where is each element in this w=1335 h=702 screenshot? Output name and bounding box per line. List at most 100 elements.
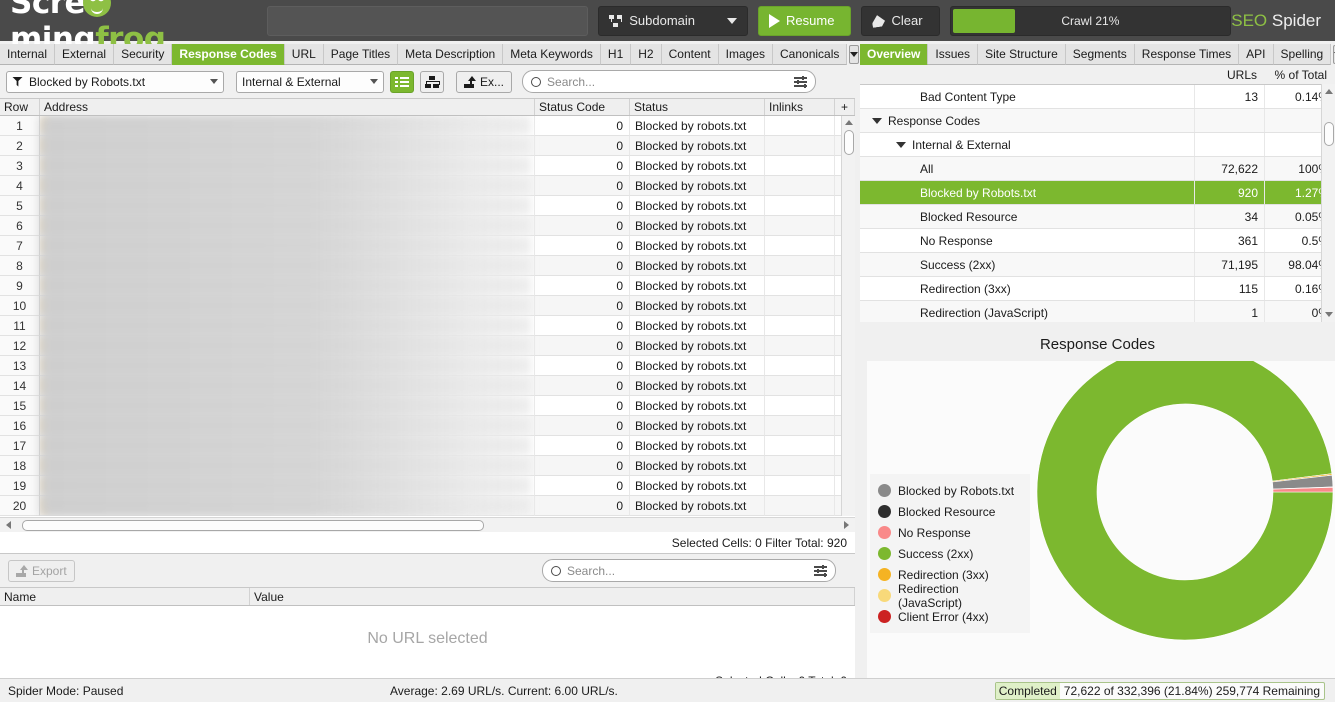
row-number[interactable]: 18 bbox=[0, 456, 40, 476]
inlinks-cell[interactable] bbox=[765, 176, 835, 196]
tab-issues[interactable]: Issues bbox=[928, 44, 979, 65]
resume-button[interactable]: Resume bbox=[758, 5, 852, 36]
row-number[interactable]: 7 bbox=[0, 236, 40, 256]
overview-tree[interactable]: Bad Content Type 13 0.14% Response Codes Int… bbox=[860, 84, 1335, 322]
inlinks-cell[interactable] bbox=[765, 116, 835, 136]
tab-h1[interactable]: H1 bbox=[600, 44, 632, 65]
tab-external[interactable]: External bbox=[55, 44, 115, 65]
inlinks-cell[interactable] bbox=[765, 336, 835, 356]
scroll-up-icon[interactable] bbox=[845, 120, 853, 125]
column-header-inlinks[interactable]: Inlinks bbox=[765, 99, 835, 115]
status-code-cell[interactable]: 0 bbox=[535, 376, 630, 396]
status-code-cell[interactable]: 0 bbox=[535, 256, 630, 276]
status-code-cell[interactable]: 0 bbox=[535, 436, 630, 456]
list-view-button[interactable] bbox=[390, 70, 414, 93]
tab-h2[interactable]: H2 bbox=[631, 44, 662, 65]
status-cell[interactable]: Blocked by robots.txt bbox=[630, 476, 765, 496]
status-cell[interactable]: Blocked by robots.txt bbox=[630, 416, 765, 436]
inlinks-cell[interactable] bbox=[765, 256, 835, 276]
overview-row[interactable]: Redirection (JavaScript)10% bbox=[860, 301, 1335, 322]
row-number[interactable]: 16 bbox=[0, 416, 40, 436]
address-cell[interactable] bbox=[40, 316, 535, 336]
overview-row[interactable]: Internal & External bbox=[860, 133, 1335, 157]
address-cell[interactable] bbox=[40, 216, 535, 236]
table-row[interactable]: 2 0 Blocked by robots.txt bbox=[0, 136, 855, 156]
tab-overview[interactable]: Overview bbox=[860, 44, 929, 65]
row-number[interactable]: 19 bbox=[0, 476, 40, 496]
address-cell[interactable] bbox=[40, 336, 535, 356]
results-vertical-scrollbar[interactable] bbox=[841, 116, 855, 516]
tab-meta-keywords[interactable]: Meta Keywords bbox=[503, 44, 601, 65]
scroll-up-icon[interactable] bbox=[1325, 89, 1333, 94]
status-cell[interactable]: Blocked by robots.txt bbox=[630, 276, 765, 296]
status-cell[interactable]: Blocked by robots.txt bbox=[630, 436, 765, 456]
status-cell[interactable]: Blocked by robots.txt bbox=[630, 396, 765, 416]
tab-canonicals[interactable]: Canonicals bbox=[773, 44, 848, 65]
search-options-icon[interactable] bbox=[794, 76, 808, 87]
expand-collapse-icon[interactable] bbox=[872, 117, 882, 124]
clear-button[interactable]: Clear bbox=[861, 5, 940, 36]
row-number[interactable]: 15 bbox=[0, 396, 40, 416]
tab-page-titles[interactable]: Page Titles bbox=[323, 44, 399, 65]
inlinks-cell[interactable] bbox=[765, 136, 835, 156]
status-code-cell[interactable]: 0 bbox=[535, 496, 630, 516]
status-cell[interactable]: Blocked by robots.txt bbox=[630, 376, 765, 396]
inlinks-cell[interactable] bbox=[765, 356, 835, 376]
scroll-thumb[interactable] bbox=[844, 130, 854, 155]
status-cell[interactable]: Blocked by robots.txt bbox=[630, 296, 765, 316]
address-cell[interactable] bbox=[40, 116, 535, 136]
status-cell[interactable]: Blocked by robots.txt bbox=[630, 456, 765, 476]
overview-row[interactable]: Response Codes bbox=[860, 109, 1335, 133]
detail-search-input[interactable]: Search... bbox=[542, 559, 836, 582]
address-cell[interactable] bbox=[40, 196, 535, 216]
table-row[interactable]: 12 0 Blocked by robots.txt bbox=[0, 336, 855, 356]
address-cell[interactable] bbox=[40, 396, 535, 416]
address-cell[interactable] bbox=[40, 476, 535, 496]
search-input[interactable]: Search... bbox=[522, 70, 817, 93]
table-row[interactable]: 13 0 Blocked by robots.txt bbox=[0, 356, 855, 376]
address-cell[interactable] bbox=[40, 356, 535, 376]
tab-url[interactable]: URL bbox=[284, 44, 324, 65]
inlinks-cell[interactable] bbox=[765, 156, 835, 176]
results-table-body[interactable]: 1 0 Blocked by robots.txt 2 0 Blocked by robo… bbox=[0, 116, 855, 516]
address-cell[interactable] bbox=[40, 136, 535, 156]
legend-item[interactable]: Blocked Resource bbox=[878, 501, 1022, 522]
overview-row[interactable]: No Response 361 0.5% bbox=[860, 229, 1335, 253]
inlinks-cell[interactable] bbox=[765, 236, 835, 256]
tab-site-structure[interactable]: Site Structure bbox=[978, 44, 1066, 65]
tab-spelling[interactable]: Spelling bbox=[1273, 44, 1332, 65]
column-header-status[interactable]: Status bbox=[630, 99, 765, 115]
table-row[interactable]: 16 0 Blocked by robots.txt bbox=[0, 416, 855, 436]
status-code-cell[interactable]: 0 bbox=[535, 456, 630, 476]
address-cell[interactable] bbox=[40, 176, 535, 196]
legend-item[interactable]: Redirection (JavaScript) bbox=[878, 582, 1022, 610]
status-cell[interactable]: Blocked by robots.txt bbox=[630, 136, 765, 156]
address-cell[interactable] bbox=[40, 156, 535, 176]
address-cell[interactable] bbox=[40, 236, 535, 256]
status-cell[interactable]: Blocked by robots.txt bbox=[630, 156, 765, 176]
table-row[interactable]: 14 0 Blocked by robots.txt bbox=[0, 376, 855, 396]
detail-column-header-value[interactable]: Value bbox=[250, 588, 855, 605]
status-cell[interactable]: Blocked by robots.txt bbox=[630, 256, 765, 276]
overview-row[interactable]: Redirection (3xx) 115 0.16% bbox=[860, 277, 1335, 301]
tab-overflow-button[interactable] bbox=[849, 45, 860, 64]
inlinks-cell[interactable] bbox=[765, 476, 835, 496]
legend-item[interactable]: Success (2xx) bbox=[878, 543, 1022, 564]
address-cell[interactable] bbox=[40, 416, 535, 436]
export-button-detail[interactable]: Export bbox=[8, 559, 75, 582]
scroll-down-icon[interactable] bbox=[1325, 312, 1333, 317]
donut-slice[interactable] bbox=[1036, 361, 1334, 641]
overview-column-header-pct[interactable]: % of Total bbox=[1265, 65, 1335, 84]
tab-content[interactable]: Content bbox=[661, 44, 719, 65]
status-cell[interactable]: Blocked by robots.txt bbox=[630, 236, 765, 256]
column-header-status-code[interactable]: Status Code bbox=[535, 99, 630, 115]
column-header-row[interactable]: Row bbox=[0, 99, 40, 115]
status-code-cell[interactable]: 0 bbox=[535, 336, 630, 356]
scroll-thumb[interactable] bbox=[1324, 122, 1334, 146]
status-cell[interactable]: Blocked by robots.txt bbox=[630, 176, 765, 196]
scope-dropdown[interactable]: Internal & External bbox=[236, 70, 384, 93]
table-row[interactable]: 17 0 Blocked by robots.txt bbox=[0, 436, 855, 456]
inlinks-cell[interactable] bbox=[765, 276, 835, 296]
tree-view-button[interactable] bbox=[420, 70, 444, 93]
column-header-address[interactable]: Address bbox=[40, 99, 535, 115]
